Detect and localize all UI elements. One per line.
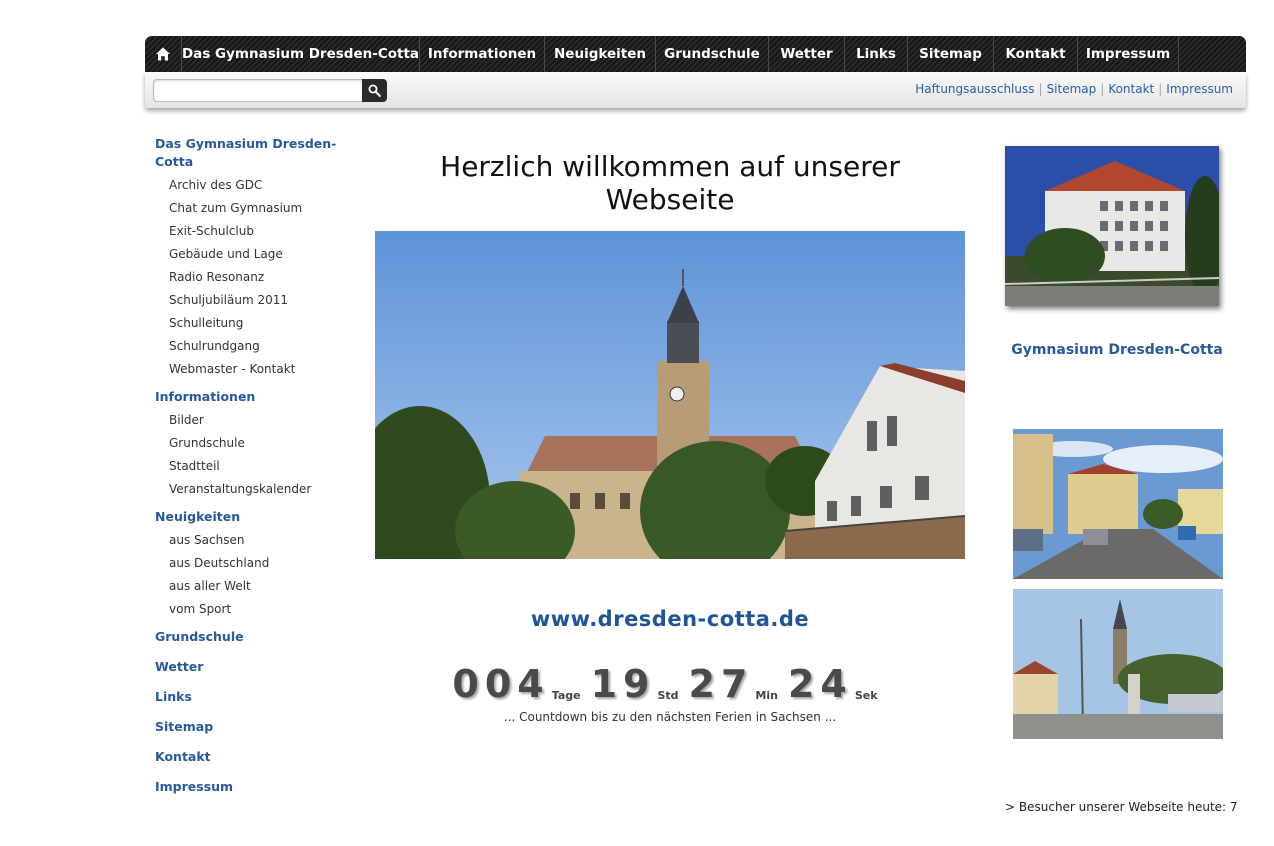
sidebar-item-radio[interactable]: Radio Resonanz [155,266,365,289]
countdown-seconds: 24 [787,662,853,706]
nav-item-informationen[interactable]: Informationen [420,36,545,72]
countdown-minutes: 27 [688,662,754,706]
home-icon [156,47,170,61]
site-url[interactable]: www.dresden-cotta.de [375,607,965,631]
countdown-timer: 004 Tage 19 Std 27 Min 24 Sek [375,662,965,706]
sidebar-item-schulrundgang[interactable]: Schulrundgang [155,335,365,358]
sidebar-group-links: Links [155,688,365,706]
sidebar-heading-kontakt[interactable]: Kontakt [155,748,365,766]
link-haftungsausschluss[interactable]: Haftungsausschluss [915,82,1034,96]
visitor-counter: > Besucher unserer Webseite heute: 7 [1005,800,1238,814]
sidebar-heading-gymnasium[interactable]: Das Gymnasium Dresden-Cotta [155,135,365,171]
search-icon [368,84,381,97]
countdown-days-unit: Tage [551,689,581,702]
divider: | [1100,82,1105,96]
sidebar-item-stadtteil[interactable]: Stadtteil [155,455,365,478]
nav-item-links[interactable]: Links [845,36,908,72]
main-navigation: Das Gymnasium Dresden-Cotta Informatione… [145,36,1246,72]
sidebar-item-sport[interactable]: vom Sport [155,598,365,621]
link-kontakt[interactable]: Kontakt [1108,82,1154,96]
sidebar-heading-grundschule[interactable]: Grundschule [155,628,365,646]
sidebar-item-chat[interactable]: Chat zum Gymnasium [155,197,365,220]
nav-item-grundschule[interactable]: Grundschule [656,36,769,72]
school-building-photo[interactable] [1005,146,1219,306]
sidebar-group-impressum: Impressum [155,778,365,796]
countdown-days: 004 [452,662,550,706]
sidebar-group-neuigkeiten: Neuigkeiten aus Sachsen aus Deutschland … [155,508,365,621]
street-photo[interactable] [1013,429,1223,579]
nav-home-button[interactable] [145,36,182,72]
nav-item-sitemap[interactable]: Sitemap [908,36,994,72]
sidebar-group-grundschule: Grundschule [155,628,365,646]
sidebar-item-webmaster[interactable]: Webmaster - Kontakt [155,358,365,381]
sidebar: Das Gymnasium Dresden-Cotta Archiv des G… [155,135,365,803]
sidebar-heading-wetter[interactable]: Wetter [155,658,365,676]
nav-item-gymnasium[interactable]: Das Gymnasium Dresden-Cotta [182,36,420,72]
top-links: Haftungsausschluss | Sitemap | Kontakt | Impre… [915,82,1233,96]
sidebar-heading-sitemap[interactable]: Sitemap [155,718,365,736]
sidebar-item-grundschule[interactable]: Grundschule [155,432,365,455]
countdown-caption: ... Countdown bis zu den nächsten Ferien… [503,710,837,724]
divider: | [1158,82,1163,96]
divider: | [1038,82,1043,96]
sidebar-item-veranstaltungskalender[interactable]: Veranstaltungskalender [155,478,365,501]
sidebar-group-gymnasium: Das Gymnasium Dresden-Cotta Archiv des G… [155,135,365,381]
sidebar-heading-neuigkeiten[interactable]: Neuigkeiten [155,508,365,526]
school-name: Gymnasium Dresden-Cotta [1011,342,1223,358]
sidebar-item-jubilaeum[interactable]: Schuljubiläum 2011 [155,289,365,312]
toolbar: Haftungsausschluss | Sitemap | Kontakt | Impre… [145,72,1246,108]
sidebar-group-wetter: Wetter [155,658,365,676]
link-impressum[interactable]: Impressum [1166,82,1233,96]
nav-item-kontakt[interactable]: Kontakt [994,36,1078,72]
nav-item-impressum[interactable]: Impressum [1078,36,1179,72]
sidebar-group-informationen: Informationen Bilder Grundschule Stadtte… [155,388,365,501]
page-title: Herzlich willkommen auf unserer Webseite [440,150,900,216]
nav-item-neuigkeiten[interactable]: Neuigkeiten [545,36,656,72]
town-hall-photo [375,231,965,559]
search-input[interactable] [153,79,362,102]
sidebar-item-schulleitung[interactable]: Schulleitung [155,312,365,335]
sidebar-item-archiv[interactable]: Archiv des GDC [155,174,365,197]
search-box [153,79,387,102]
town-view-photo[interactable] [1013,589,1223,739]
countdown-hours-unit: Std [657,689,679,702]
countdown-hours: 19 [590,662,656,706]
sidebar-heading-informationen[interactable]: Informationen [155,388,365,406]
sidebar-item-gebaeude[interactable]: Gebäude und Lage [155,243,365,266]
sidebar-item-sachsen[interactable]: aus Sachsen [155,529,365,552]
sidebar-item-exit-schulclub[interactable]: Exit-Schulclub [155,220,365,243]
search-button[interactable] [362,79,387,102]
sidebar-heading-links[interactable]: Links [155,688,365,706]
sidebar-item-bilder[interactable]: Bilder [155,409,365,432]
link-sitemap[interactable]: Sitemap [1047,82,1097,96]
sidebar-item-welt[interactable]: aus aller Welt [155,575,365,598]
nav-item-wetter[interactable]: Wetter [769,36,845,72]
sidebar-heading-impressum[interactable]: Impressum [155,778,365,796]
sidebar-group-sitemap: Sitemap [155,718,365,736]
sidebar-item-deutschland[interactable]: aus Deutschland [155,552,365,575]
countdown-minutes-unit: Min [755,689,778,702]
countdown-seconds-unit: Sek [854,689,878,702]
sidebar-group-kontakt: Kontakt [155,748,365,766]
